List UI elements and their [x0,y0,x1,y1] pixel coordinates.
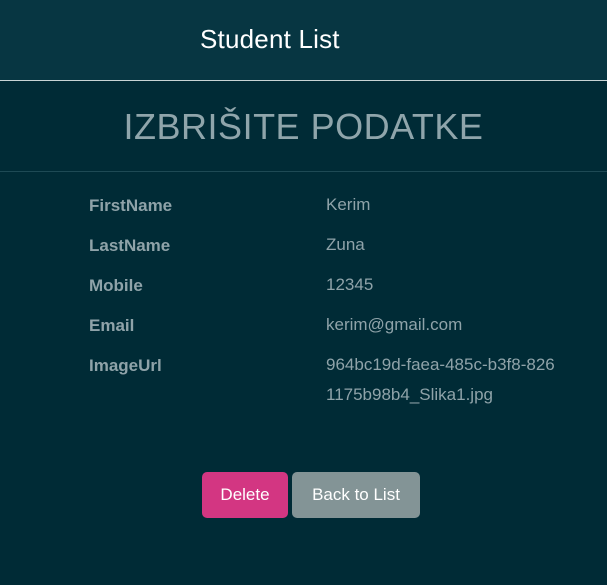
detail-label: Email [89,316,135,335]
title-divider [0,171,607,172]
detail-value: kerim@gmail.com [326,315,463,334]
navbar-brand-link[interactable]: Student List [200,24,340,55]
back-to-list-button[interactable]: Back to List [292,472,420,518]
navbar: Student List [0,0,607,81]
detail-label: Mobile [89,276,143,295]
detail-value: Zuna [326,235,365,254]
detail-label: LastName [89,236,171,255]
detail-value: Kerim [326,195,371,214]
delete-button[interactable]: Delete [202,472,288,518]
page-title: IZBRIŠITE PODATKE [123,106,484,147]
detail-label: ImageUrl [89,356,162,375]
detail-value: 12345 [326,275,374,294]
detail-value: 964bc19d-faea-485c-b3f8-8261175b98b4_Sli… [326,355,555,404]
detail-label: FirstName [89,196,173,215]
